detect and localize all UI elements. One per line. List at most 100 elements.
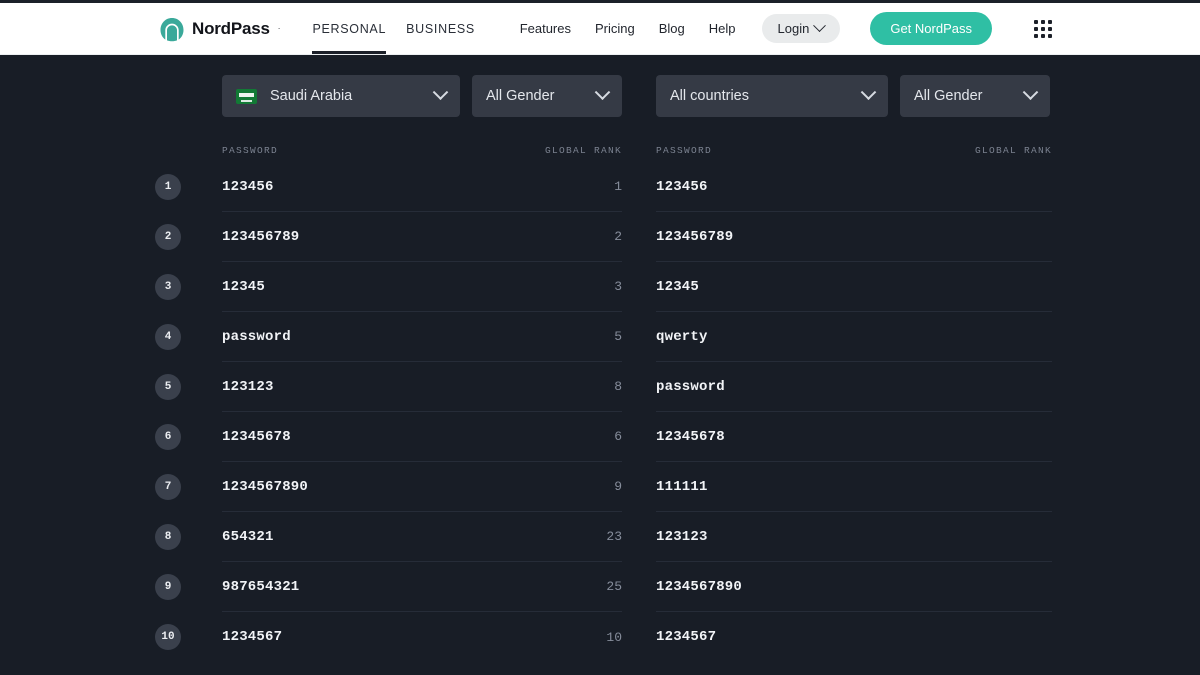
right-password-list: 123456 123456789 12345 qwerty password 123456… xyxy=(656,162,1052,662)
get-nordpass-button[interactable]: Get NordPass xyxy=(870,12,992,45)
global-rank-value: 8 xyxy=(614,379,622,394)
global-rank-value: 25 xyxy=(606,579,622,594)
tab-personal[interactable]: PERSONAL xyxy=(312,3,386,54)
table-row: 123456789 xyxy=(656,212,1052,262)
rank-badge: 4 xyxy=(155,323,181,350)
main-nav: Features Pricing Blog Help Login Get Nor… xyxy=(520,12,1200,45)
rank-badge: 10 xyxy=(155,624,181,650)
password-value: qwerty xyxy=(656,328,708,345)
table-row: qwerty xyxy=(656,312,1052,362)
password-value: 12345678 xyxy=(656,428,725,445)
left-panel: Saudi Arabia All Gender PASSWORD GLOBAL … xyxy=(155,75,622,662)
tab-business-label: BUSINESS xyxy=(406,21,475,36)
password-value: 123123 xyxy=(222,378,274,395)
chevron-down-icon xyxy=(813,19,827,33)
brand-name: NordPass xyxy=(192,18,270,38)
nav-link-help[interactable]: Help xyxy=(709,21,736,36)
login-label: Login xyxy=(777,21,810,36)
apps-grid-icon[interactable] xyxy=(1034,19,1052,38)
gender-select-left[interactable]: All Gender xyxy=(472,75,622,117)
password-value: 12345 xyxy=(222,278,266,295)
tab-personal-label: PERSONAL xyxy=(312,21,387,36)
right-panel: All countries All Gender PASSWORD GLOBAL… xyxy=(656,75,1052,662)
chevron-down-icon xyxy=(860,83,877,100)
rank-badge: 9 xyxy=(155,573,181,600)
rank-badge: 3 xyxy=(155,273,181,300)
global-rank-value: 1 xyxy=(614,179,622,194)
table-row: 1234567890 xyxy=(656,562,1052,612)
nav-link-blog[interactable]: Blog xyxy=(659,21,685,36)
brand-trademark: · xyxy=(277,24,281,33)
left-filters: Saudi Arabia All Gender xyxy=(222,75,622,117)
tab-business[interactable]: BUSINESS xyxy=(406,3,475,54)
country-select-right[interactable]: All countries xyxy=(656,75,888,117)
gender-select-right[interactable]: All Gender xyxy=(900,75,1050,117)
password-value: 654321 xyxy=(222,528,274,545)
password-value: password xyxy=(222,328,291,345)
global-rank-value: 5 xyxy=(614,329,622,344)
password-value: 1234567890 xyxy=(656,578,743,595)
global-rank-value: 6 xyxy=(614,429,622,444)
gender-select-left-value: All Gender xyxy=(486,88,555,104)
global-rank-value: 2 xyxy=(614,229,622,244)
password-value: 123456789 xyxy=(222,228,300,245)
password-value: 987654321 xyxy=(222,578,300,595)
rank-badge: 1 xyxy=(155,173,181,200)
password-value: 123456 xyxy=(222,178,274,195)
global-rank-value: 3 xyxy=(614,279,622,294)
rank-badge: 5 xyxy=(155,373,181,400)
rank-badge: 7 xyxy=(155,473,181,500)
country-select-left-value: Saudi Arabia xyxy=(270,88,353,104)
login-button[interactable]: Login xyxy=(761,14,841,43)
password-value: 1234567890 xyxy=(222,478,309,495)
nav-link-features[interactable]: Features xyxy=(520,21,571,36)
country-select-right-value: All countries xyxy=(670,88,749,104)
table-row: 7 1234567890 9 xyxy=(155,462,622,512)
get-nordpass-label: Get NordPass xyxy=(890,21,972,36)
table-row: 3 12345 3 xyxy=(155,262,622,312)
rank-badge: 6 xyxy=(155,423,181,450)
table-row: 4 password 5 xyxy=(155,312,622,362)
segment-nav: PERSONAL BUSINESS xyxy=(312,3,475,54)
chevron-down-icon xyxy=(594,83,611,100)
left-password-list: 1 123456 1 2 123456789 2 3 12345 3 4 password 5 5 123… xyxy=(155,162,622,662)
site-header: NordPass · PERSONAL BUSINESS Features Pri… xyxy=(0,3,1200,55)
table-row: 6 12345678 6 xyxy=(155,412,622,462)
global-rank-value: 23 xyxy=(606,529,622,544)
nav-link-pricing[interactable]: Pricing xyxy=(595,21,635,36)
table-row: 1234567 xyxy=(656,612,1052,662)
column-header-global-rank: GLOBAL RANK xyxy=(544,145,622,156)
password-value: 123456789 xyxy=(656,228,734,245)
global-rank-value: 10 xyxy=(606,629,622,645)
column-header-password: PASSWORD xyxy=(222,145,279,156)
page-body: Saudi Arabia All Gender PASSWORD GLOBAL … xyxy=(0,55,1200,675)
table-row: 12345 xyxy=(656,262,1052,312)
table-row: 8 654321 23 xyxy=(155,512,622,562)
nordpass-arch-logo-icon xyxy=(160,17,184,41)
table-row: 5 123123 8 xyxy=(155,362,622,412)
chevron-down-icon xyxy=(1022,83,1039,100)
table-row: 111111 xyxy=(656,462,1052,512)
password-value: 12345 xyxy=(656,278,700,295)
table-row: 123123 xyxy=(656,512,1052,562)
password-value: 12345678 xyxy=(222,428,291,445)
password-value: 123123 xyxy=(656,528,708,545)
rank-badge: 8 xyxy=(155,523,181,550)
table-row: 123456 xyxy=(656,162,1052,212)
comparison-board: Saudi Arabia All Gender PASSWORD GLOBAL … xyxy=(0,55,1200,662)
table-row: 12345678 xyxy=(656,412,1052,462)
password-value: 111111 xyxy=(656,478,708,495)
right-column-headers: PASSWORD GLOBAL RANK xyxy=(656,117,1052,162)
table-row: 2 123456789 2 xyxy=(155,212,622,262)
table-row: 9 987654321 25 xyxy=(155,562,622,612)
rank-badge: 2 xyxy=(155,223,181,250)
table-row: 10 1234567 10 xyxy=(155,612,622,662)
password-value: 1234567 xyxy=(222,629,283,645)
password-value: password xyxy=(656,378,725,395)
table-row: 1 123456 1 xyxy=(155,162,622,212)
column-header-global-rank: GLOBAL RANK xyxy=(974,145,1052,156)
country-select-left[interactable]: Saudi Arabia xyxy=(222,75,460,117)
table-row: password xyxy=(656,362,1052,412)
gender-select-right-value: All Gender xyxy=(914,88,983,104)
brand-logo[interactable]: NordPass · xyxy=(159,16,280,42)
